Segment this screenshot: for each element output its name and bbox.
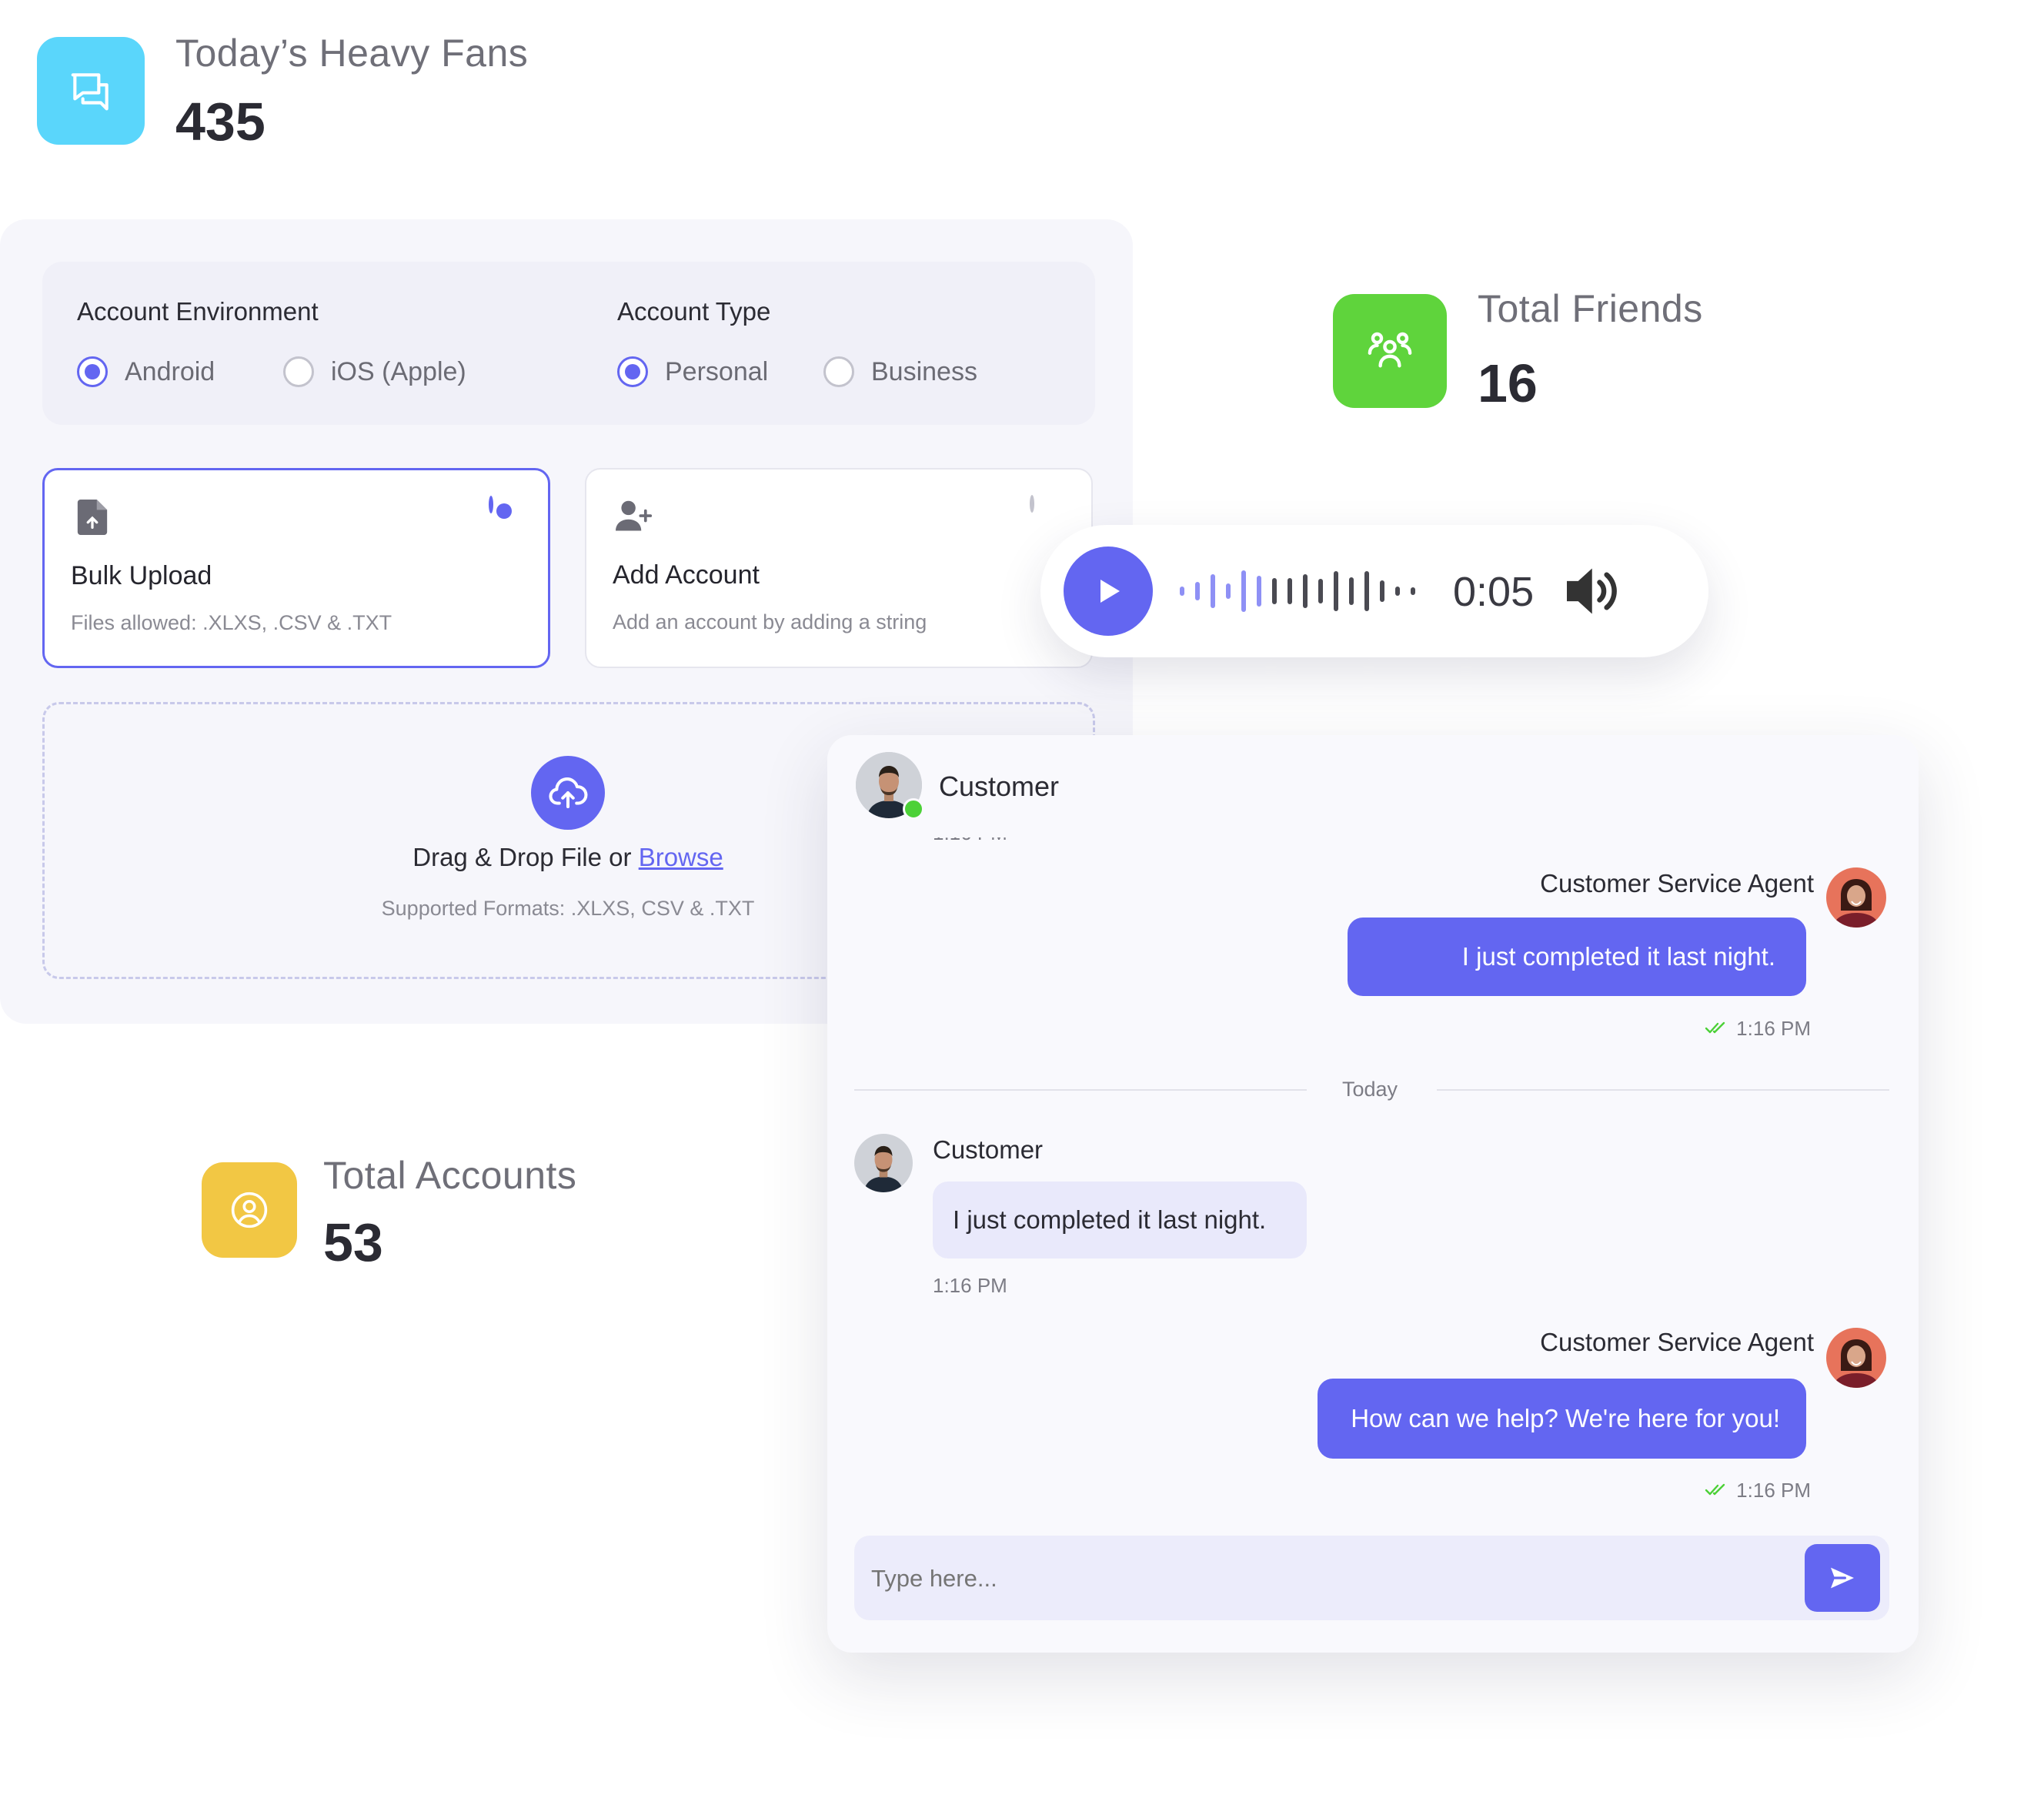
customer-name-2: Customer xyxy=(933,1135,1044,1164)
accounts-value: 53 xyxy=(323,1212,383,1272)
radio-business-control[interactable] xyxy=(823,356,854,387)
radio-ios-control[interactable] xyxy=(283,356,314,387)
agent-name-2: Customer Service Agent xyxy=(1540,1328,1814,1356)
radio-android[interactable]: Android xyxy=(77,356,215,387)
account-type-title: Account Type xyxy=(617,297,771,326)
play-button[interactable] xyxy=(1064,547,1153,636)
agent-message-1: I just completed it last night. xyxy=(1348,918,1806,996)
heavy-fans-value: 435 xyxy=(175,92,266,152)
accounts-label: Total Accounts xyxy=(323,1154,577,1197)
browse-link[interactable]: Browse xyxy=(639,843,723,871)
heavy-fans-icon-tile xyxy=(37,37,145,145)
bulk-upload-subtitle: Files allowed: .XLXS, .CSV & .TXT xyxy=(71,611,392,634)
radio-personal-control[interactable] xyxy=(617,356,648,387)
friends-icon-tile xyxy=(1333,294,1447,408)
customer-message-1: I just completed it last night. xyxy=(933,1182,1307,1259)
radio-ios[interactable]: iOS (Apple) xyxy=(283,356,466,387)
friends-group-icon xyxy=(1368,332,1412,368)
divider-line-right xyxy=(1437,1089,1889,1091)
message-input[interactable] xyxy=(870,1549,1781,1608)
agent-message-2: How can we help? We're here for you! xyxy=(1318,1379,1806,1459)
accounts-icon-tile xyxy=(202,1162,297,1258)
environment-title: Account Environment xyxy=(77,297,319,326)
chat-header-name: Customer xyxy=(939,770,1060,802)
friends-value: 16 xyxy=(1478,353,1538,413)
double-check-icon xyxy=(1705,1021,1725,1034)
cloud-upload-icon xyxy=(549,777,588,809)
online-status-dot xyxy=(903,798,924,820)
volume-icon[interactable] xyxy=(1564,563,1625,619)
send-button[interactable] xyxy=(1805,1544,1880,1612)
bulk-upload-title: Bulk Upload xyxy=(71,561,212,590)
file-upload-icon xyxy=(77,500,108,535)
bulk-upload-radio[interactable] xyxy=(489,496,493,513)
radio-personal-label: Personal xyxy=(665,356,769,386)
play-icon xyxy=(1100,580,1120,603)
chat-bubbles-icon xyxy=(71,73,109,111)
add-account-title: Add Account xyxy=(613,560,760,590)
radio-ios-label: iOS (Apple) xyxy=(331,356,466,386)
agent-avatar-2 xyxy=(1826,1328,1886,1388)
friends-label: Total Friends xyxy=(1478,287,1703,330)
radio-android-control[interactable] xyxy=(77,356,108,387)
add-user-icon xyxy=(616,500,653,531)
chat-header: Customer xyxy=(827,735,1919,837)
customer-message-1-time: 1:16 PM xyxy=(933,1274,1007,1297)
cloud-upload-button[interactable] xyxy=(531,756,605,830)
heavy-fans-label: Today’s Heavy Fans xyxy=(175,32,529,75)
chat-window: Customer 1:16 PM Customer Service Agent … xyxy=(827,735,1919,1653)
message-input-bar xyxy=(854,1536,1889,1620)
audio-player: 0:05 xyxy=(1040,525,1708,657)
add-account-radio[interactable] xyxy=(1030,495,1034,513)
bulk-upload-card[interactable]: Bulk Upload Files allowed: .XLXS, .CSV &… xyxy=(42,468,550,668)
account-options-card xyxy=(42,262,1095,425)
divider-line-left xyxy=(854,1089,1307,1091)
radio-business-label: Business xyxy=(871,356,977,386)
audio-duration: 0:05 xyxy=(1453,569,1535,615)
agent-name-1: Customer Service Agent xyxy=(1540,869,1814,898)
date-divider: Today xyxy=(1341,1078,1398,1101)
agent-avatar-1 xyxy=(1826,867,1886,928)
dropzone-label: Drag & Drop File or xyxy=(412,843,632,871)
radio-business[interactable]: Business xyxy=(823,356,977,387)
add-account-card[interactable]: Add Account Add an account by adding a s… xyxy=(585,468,1093,668)
double-check-icon xyxy=(1705,1483,1725,1496)
dropzone-formats: Supported Formats: .XLXS, CSV & .TXT xyxy=(381,897,755,920)
send-icon xyxy=(1831,1567,1854,1589)
radio-personal[interactable]: Personal xyxy=(617,356,768,387)
waveform-icon[interactable] xyxy=(1179,563,1433,619)
add-account-subtitle: Add an account by adding a string xyxy=(613,610,927,633)
customer-avatar-2 xyxy=(854,1134,913,1192)
agent-message-2-time: 1:16 PM xyxy=(1736,1479,1811,1502)
radio-android-label: Android xyxy=(125,356,215,386)
user-circle-icon xyxy=(231,1192,268,1228)
dropzone-text: Drag & Drop File or Browse xyxy=(371,843,765,872)
agent-message-1-time: 1:16 PM xyxy=(1736,1017,1811,1040)
